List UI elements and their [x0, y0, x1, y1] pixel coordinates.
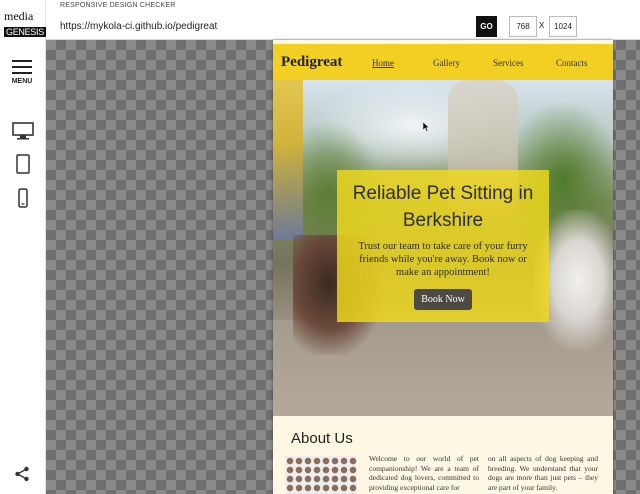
logo-line1: media	[4, 9, 34, 23]
mobile-view-button[interactable]	[10, 185, 36, 211]
share-button[interactable]	[14, 466, 32, 484]
hero-person	[273, 80, 303, 240]
book-now-button[interactable]: Book Now	[414, 289, 472, 310]
team-photo	[285, 456, 357, 494]
dimension-separator: X	[539, 21, 545, 30]
about-title: About Us	[291, 430, 353, 447]
tablet-view-button[interactable]	[10, 151, 36, 177]
menu-label: MENU	[11, 78, 33, 85]
mouse-cursor-icon	[423, 122, 430, 132]
media-genesis-logo[interactable]: media GENESIS	[4, 9, 46, 40]
desktop-view-button[interactable]	[10, 118, 36, 144]
height-input[interactable]: 1024	[549, 16, 577, 37]
menu-button[interactable]: MENU	[8, 60, 36, 86]
share-icon	[15, 466, 29, 482]
hamburger-bar	[12, 66, 32, 68]
go-button[interactable]: GO	[476, 16, 497, 37]
desktop-icon	[12, 122, 34, 140]
about-text-col2: on all aspects of dog keeping and breedi…	[488, 454, 598, 492]
hamburger-bar	[12, 72, 32, 74]
site-navbar: Pedigreat Home Gallery Services Contacts	[273, 44, 613, 80]
tablet-icon	[16, 154, 30, 174]
mobile-icon	[18, 188, 28, 208]
width-input[interactable]: 768	[509, 16, 537, 37]
nav-link-contacts[interactable]: Contacts	[556, 58, 588, 68]
hero-image: Reliable Pet Sitting in Berkshire Trust …	[273, 80, 613, 416]
nav-link-home[interactable]: Home	[372, 58, 394, 68]
hero-title: Reliable Pet Sitting in Berkshire	[352, 183, 534, 231]
nav-link-services[interactable]: Services	[493, 58, 524, 68]
left-sidebar: media GENESIS MENU	[0, 0, 46, 494]
about-text-col1: Welcome to our world of pet companionshi…	[369, 454, 479, 492]
hamburger-icon	[12, 60, 32, 62]
nav-link-gallery[interactable]: Gallery	[433, 58, 460, 68]
hero-text: Trust our team to take care of your furr…	[358, 241, 528, 278]
about-section: About Us Welcome to our world of pet com…	[273, 416, 613, 494]
hero-card: Reliable Pet Sitting in Berkshire Trust …	[337, 170, 549, 322]
logo-line2: GENESIS	[4, 27, 46, 37]
top-bar: RESPONSIVE DESIGN CHECKER GO 768 X 1024	[46, 0, 640, 40]
site-brand[interactable]: Pedigreat	[281, 54, 363, 71]
checker-title: RESPONSIVE DESIGN CHECKER	[60, 2, 176, 9]
site-preview-frame[interactable]: Pedigreat Home Gallery Services Contacts…	[273, 40, 613, 494]
url-input[interactable]	[60, 17, 460, 35]
